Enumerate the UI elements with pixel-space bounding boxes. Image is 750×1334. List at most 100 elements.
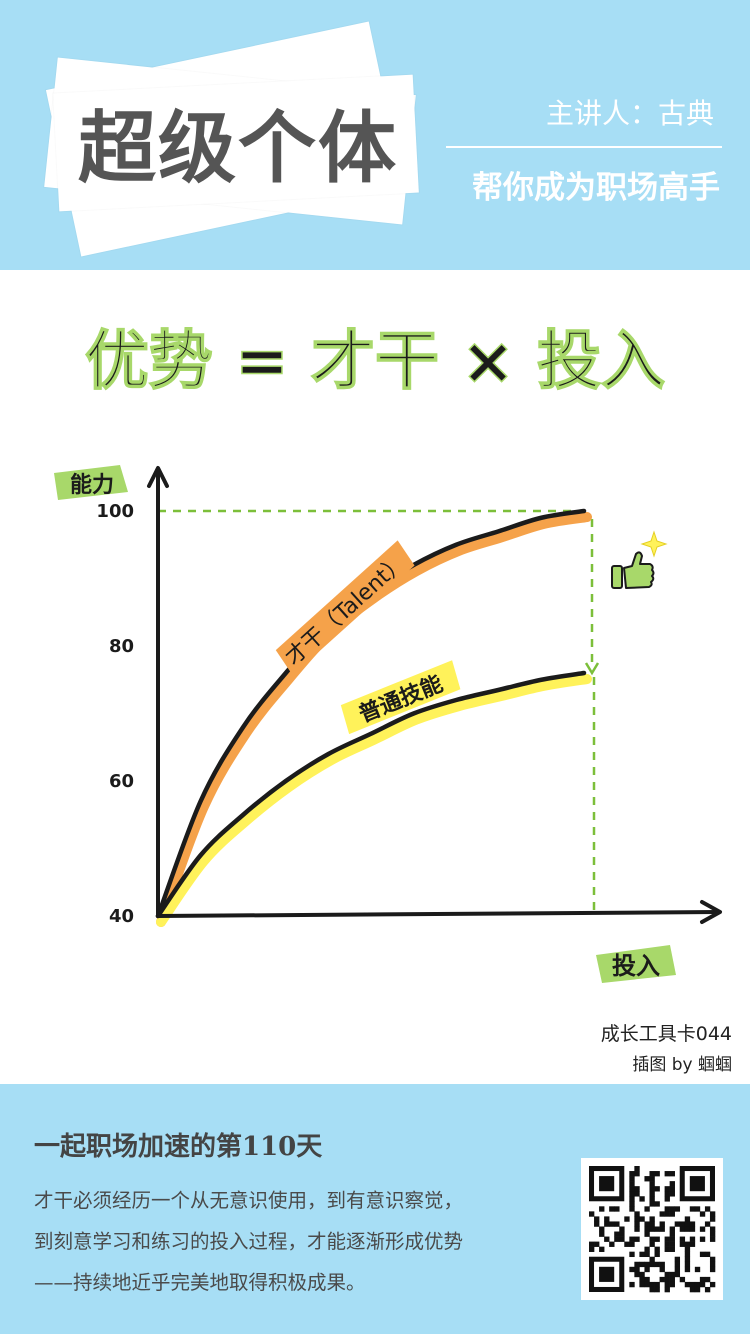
qr-module (684, 1221, 691, 1227)
qr-module (669, 1246, 675, 1252)
qr-module (669, 1236, 675, 1242)
qr-module (589, 1241, 595, 1247)
qr-module (679, 1276, 686, 1283)
qr-module (669, 1181, 675, 1187)
qr-module (699, 1276, 706, 1283)
qr-module (639, 1261, 645, 1268)
qr-module (659, 1211, 665, 1217)
qr-module (619, 1226, 625, 1232)
y-tick-label: 60 (109, 771, 134, 792)
qr-module (664, 1281, 670, 1288)
qr-module (604, 1216, 610, 1222)
qr-module (664, 1271, 670, 1278)
qr-module (629, 1171, 635, 1177)
qr-module (684, 1241, 691, 1247)
qr-module (594, 1221, 600, 1227)
qr-module (644, 1251, 650, 1258)
sparkle-icon (640, 530, 668, 558)
qr-module (639, 1196, 645, 1202)
qr-module (694, 1281, 701, 1288)
qr-module (709, 1266, 716, 1273)
qr-module (689, 1226, 696, 1232)
thumbs-up-icon (611, 551, 655, 589)
qr-module (629, 1281, 635, 1288)
qr-module (599, 1226, 605, 1232)
qr-module (614, 1231, 620, 1237)
qr-module (674, 1266, 681, 1273)
qr-module (649, 1261, 655, 1268)
qr-module (614, 1221, 620, 1227)
qr-module (634, 1211, 640, 1217)
qr-module (644, 1281, 650, 1288)
qr-code[interactable] (581, 1158, 723, 1300)
qr-module (644, 1231, 650, 1237)
qr-finder-inner (599, 1176, 615, 1192)
qr-module (624, 1241, 630, 1247)
qr-module (664, 1236, 670, 1242)
chart-area: 优势 = 才干 × 投入 100 80 60 40 能力 投入 才干（Talent） … (0, 270, 750, 1084)
qr-module (669, 1231, 675, 1237)
qr-module (629, 1266, 635, 1273)
qr-module (669, 1241, 675, 1247)
y-tick-labels: 100 80 60 40 (96, 501, 134, 927)
qr-module (689, 1206, 696, 1212)
qr-module (684, 1256, 691, 1263)
qr-module (634, 1216, 640, 1222)
qr-module (709, 1226, 716, 1232)
qr-module (629, 1206, 635, 1212)
qr-module (629, 1196, 635, 1202)
qr-module (634, 1186, 640, 1192)
qr-module (709, 1236, 716, 1242)
qr-module (654, 1186, 660, 1192)
qr-module (649, 1226, 655, 1232)
qr-module (689, 1281, 696, 1288)
qr-module (679, 1221, 686, 1227)
qr-module (644, 1246, 650, 1252)
qr-module (604, 1236, 610, 1242)
qr-module (639, 1216, 645, 1222)
card-number: 成长工具卡044 (601, 1023, 732, 1045)
qr-module (664, 1246, 670, 1252)
qr-module (704, 1206, 711, 1212)
qr-module (684, 1246, 691, 1252)
qr-module (629, 1251, 635, 1258)
talent-label: 才干（Talent） (275, 540, 415, 676)
qr-module (669, 1271, 675, 1278)
qr-module (664, 1171, 670, 1177)
qr-module (634, 1226, 640, 1232)
qr-module (639, 1251, 645, 1258)
qr-module (614, 1206, 620, 1212)
qr-module (654, 1286, 660, 1293)
y-tick-label: 40 (109, 906, 134, 927)
qr-module (649, 1241, 655, 1247)
qr-module (604, 1221, 610, 1227)
qr-module (654, 1171, 660, 1177)
qr-module (649, 1201, 655, 1207)
qr-module (644, 1266, 650, 1273)
qr-module (684, 1226, 691, 1232)
qr-module (644, 1206, 650, 1212)
qr-module (599, 1206, 605, 1212)
qr-module (649, 1281, 655, 1288)
qr-module (649, 1286, 655, 1293)
qr-module (649, 1181, 655, 1187)
qr-module (624, 1216, 630, 1222)
talent-series-label: 才干（Talent） (281, 549, 412, 670)
qr-module (679, 1241, 686, 1247)
qr-module (629, 1191, 635, 1197)
footer-body-line: 才干必须经历一个从无意识使用，到有意识察觉， (34, 1189, 464, 1212)
qr-module (664, 1191, 670, 1197)
qr-module (704, 1276, 711, 1283)
footer-body-line: ——持续地近乎完美地取得积极成果。 (34, 1271, 366, 1294)
x-axis-label: 投入 (612, 952, 660, 980)
qr-module (654, 1251, 660, 1258)
illustration-credit: 插图 by 蝈蝈 (632, 1055, 732, 1075)
qr-module (674, 1256, 681, 1263)
qr-module (709, 1261, 716, 1268)
qr-module (644, 1221, 650, 1227)
qr-module (649, 1216, 655, 1222)
qr-module (599, 1231, 605, 1237)
speaker-label: 主讲人：古典 (545, 97, 714, 130)
qr-module (609, 1221, 615, 1227)
qr-finder-inner (689, 1176, 705, 1192)
